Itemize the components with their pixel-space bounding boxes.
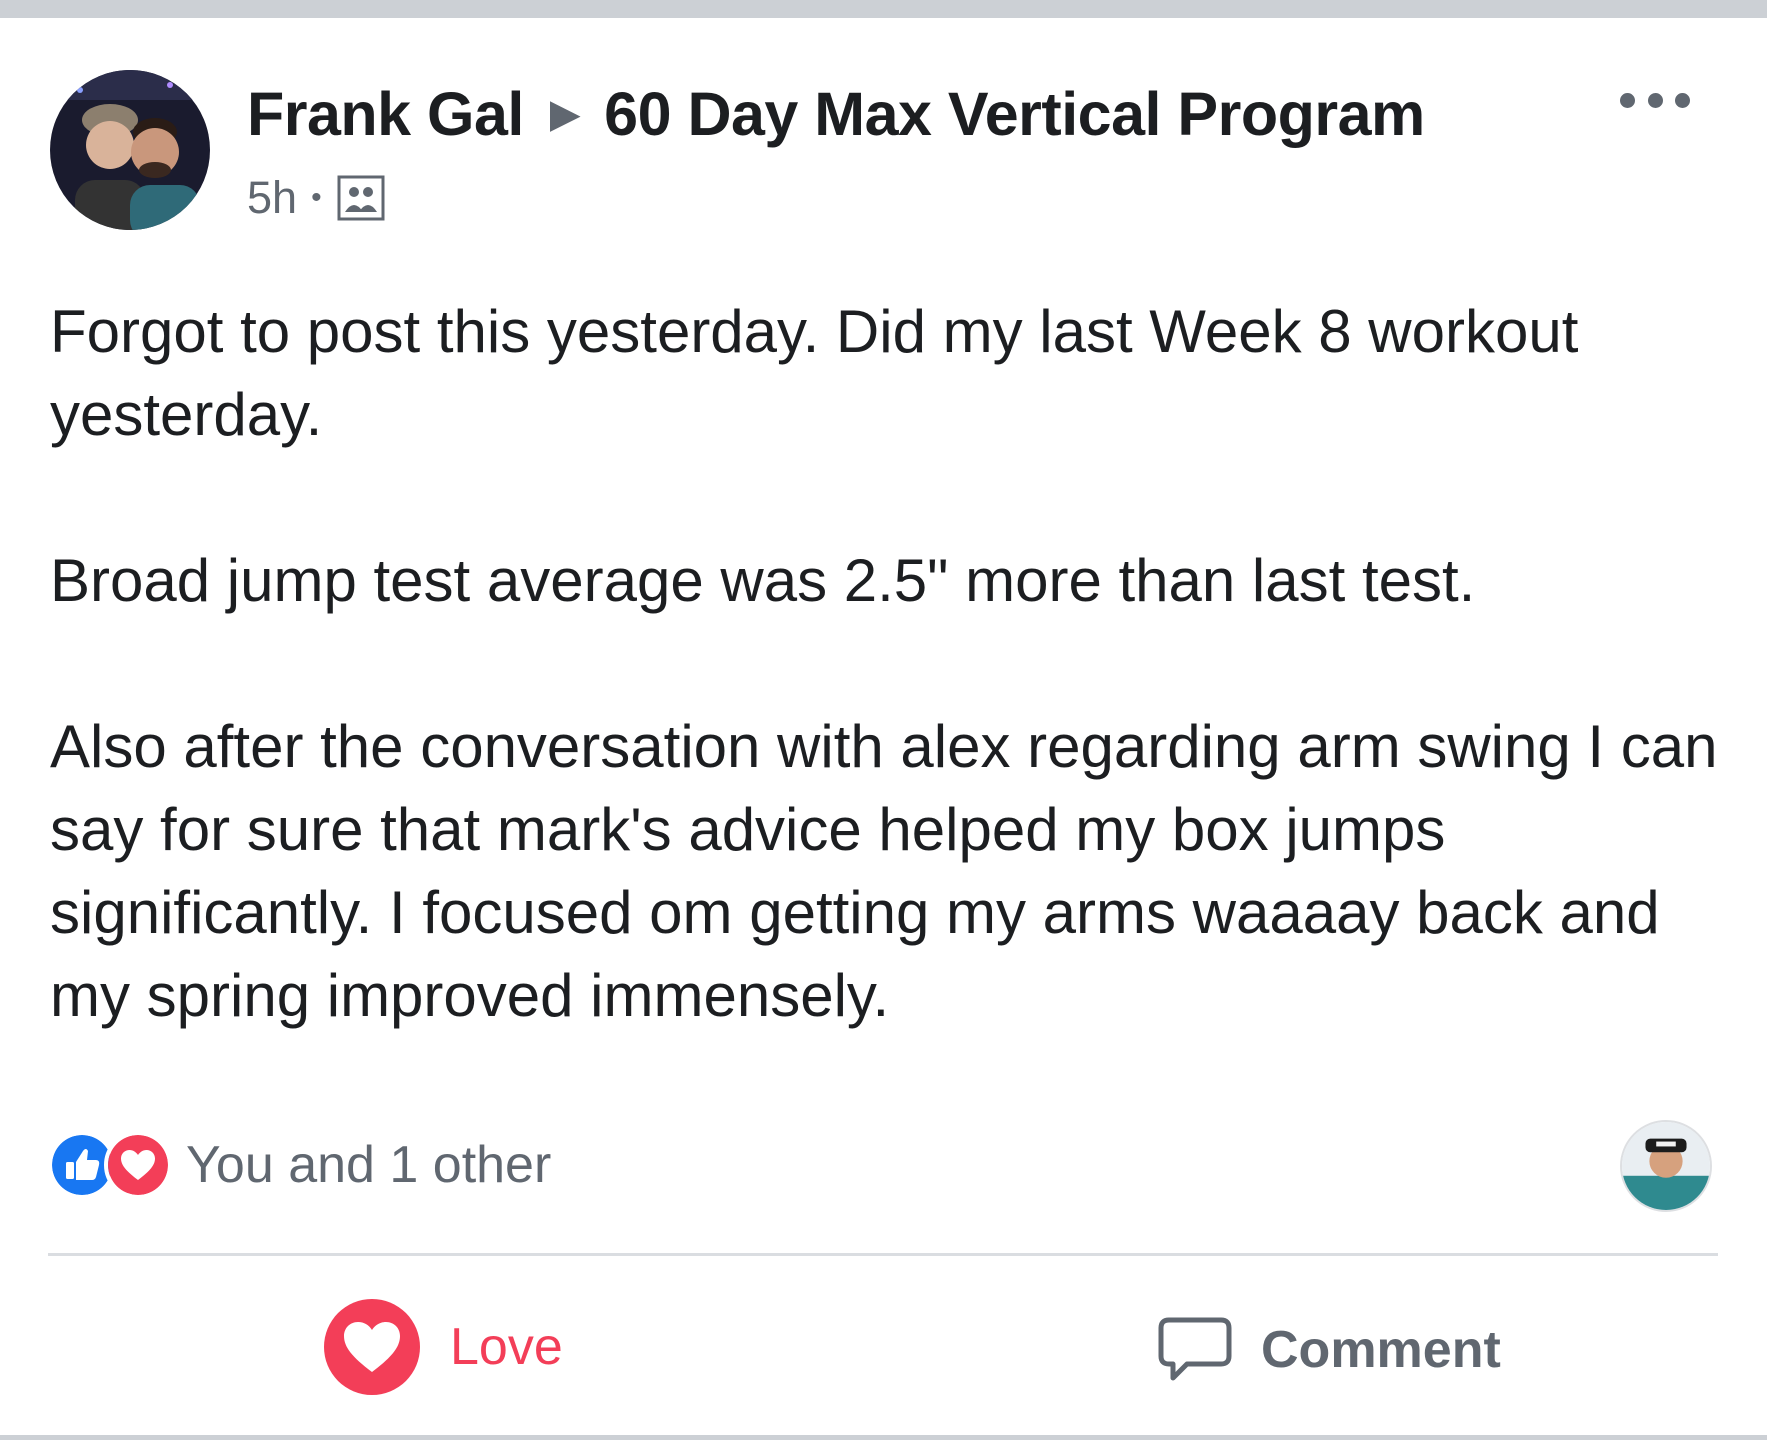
post-body: Forgot to post this yesterday. Did my la… [50, 290, 1730, 1037]
reaction-count[interactable]: You and 1 other [186, 1135, 551, 1195]
love-icon [104, 1131, 172, 1199]
seen-by-avatar[interactable] [1620, 1120, 1712, 1212]
more-dot [1675, 92, 1690, 108]
post-paragraph: Forgot to post this yesterday. Did my la… [50, 298, 1579, 448]
love-label: Love [450, 1318, 563, 1376]
more-dot [1647, 92, 1663, 108]
post-paragraph: Broad jump test average was 2.5" more th… [50, 547, 1476, 614]
divider [48, 1253, 1718, 1256]
group-icon [337, 175, 385, 221]
author-name[interactable]: Frank Gal [247, 79, 524, 149]
reaction-summary[interactable]: You and 1 other [48, 1130, 551, 1200]
bottom-separator [0, 1435, 1767, 1440]
post-paragraph: Also after the conversation with alex re… [50, 713, 1718, 1029]
author-avatar[interactable] [50, 70, 210, 230]
seen-by-avatar-image [1622, 1122, 1710, 1210]
more-dot [1620, 92, 1635, 108]
post-meta: 5h • [247, 168, 386, 228]
comment-button[interactable]: Comment [1155, 1305, 1501, 1395]
love-button[interactable]: Love [322, 1297, 563, 1397]
comment-icon [1158, 1317, 1232, 1381]
group-name[interactable]: 60 Day Max Vertical Program [604, 79, 1425, 149]
love-icon [324, 1299, 420, 1395]
meta-separator: • [311, 181, 322, 214]
top-separator [0, 0, 1767, 18]
author-avatar-image [50, 70, 210, 230]
post-timestamp[interactable]: 5h [247, 172, 297, 224]
arrow-right-icon: ▶ [549, 92, 581, 136]
more-options-icon[interactable] [1620, 80, 1690, 120]
comment-label: Comment [1261, 1321, 1501, 1379]
post-header: Frank Gal ▶ 60 Day Max Vertical Program [247, 74, 1425, 154]
